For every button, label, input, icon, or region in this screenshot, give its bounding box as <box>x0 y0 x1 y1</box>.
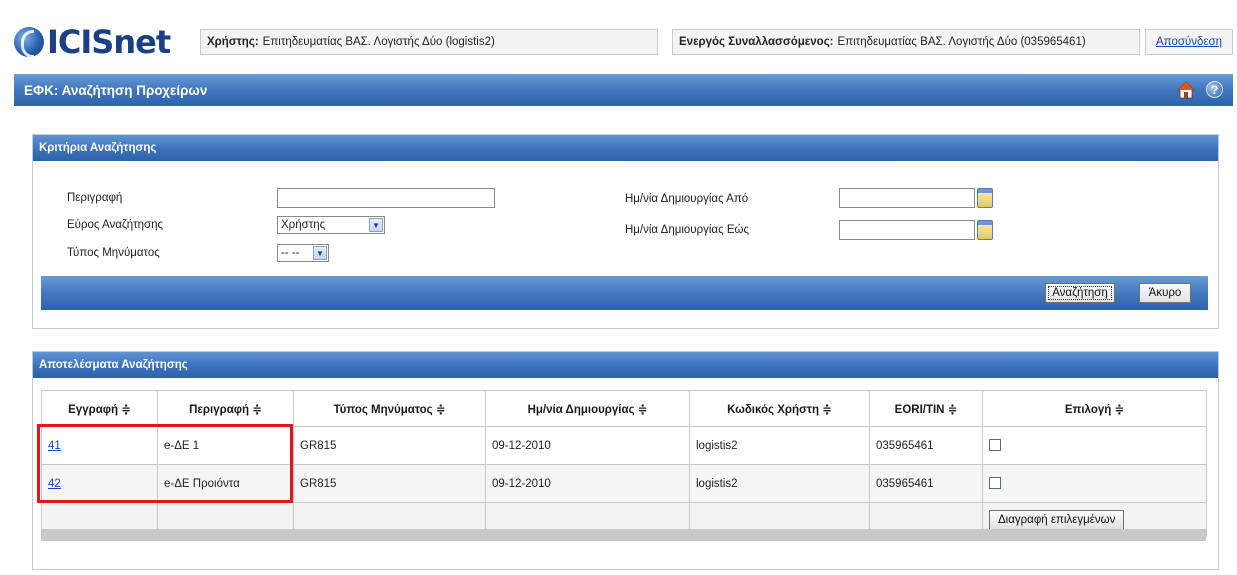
record-link[interactable]: 42 <box>48 478 61 490</box>
row-select-checkbox[interactable] <box>989 477 1001 490</box>
search-results-panel: Αποτελέσματα Αναζήτησης Εγγραφή ≑ Περιγρ… <box>32 351 1219 570</box>
calendar-icon[interactable] <box>977 220 993 240</box>
date-from-label: Ημ/νία Δημιουργίας Από <box>625 193 749 205</box>
message-type-value: -- -- <box>281 247 300 259</box>
cancel-button[interactable]: Άκυρο <box>1139 283 1191 303</box>
user-info: Χρήστης: Επιτηδευματίας ΒΑΣ. Λογιστής Δύ… <box>200 29 658 55</box>
message-type-cell: GR815 <box>293 426 486 465</box>
page-title-bar: ΕΦΚ: Αναζήτηση Προχείρων ? <box>14 74 1233 106</box>
column-header-eori[interactable]: EORI/TIN ≑ <box>869 390 983 427</box>
description-cell: e-ΔΕ Προιόντα <box>157 464 294 503</box>
logout-link[interactable]: Αποσύνδεση <box>1156 36 1222 48</box>
message-type-cell: GR815 <box>293 464 486 503</box>
column-header-description[interactable]: Περιγραφή ≑ <box>157 390 294 427</box>
column-header-record[interactable]: Εγγραφή ≑ <box>41 390 158 427</box>
results-panel-title: Αποτελέσματα Αναζήτησης <box>33 352 1218 378</box>
results-table-wrapper: Εγγραφή ≑ Περιγραφή ≑ Τύπος Μηνύματος ≑ … <box>41 390 1207 537</box>
chevron-down-icon: ▼ <box>369 218 383 232</box>
column-header-message-type[interactable]: Τύπος Μηνύματος ≑ <box>293 390 486 427</box>
table-row: 42 e-ΔΕ Προιόντα GR815 09-12-2010 logist… <box>41 464 1207 503</box>
table-row: 41 e-ΔΕ 1 GR815 09-12-2010 logistis2 035… <box>41 426 1207 465</box>
top-header: ICISnet Χρήστης: Επιτηδευματίας ΒΑΣ. Λογ… <box>0 0 1237 66</box>
message-type-select[interactable]: -- -- ▼ <box>277 244 329 262</box>
date-to-input[interactable] <box>839 220 975 240</box>
date-from-input[interactable] <box>839 188 975 208</box>
search-scope-value: Χρήστης <box>281 219 326 231</box>
message-type-label: Τύπος Μηνύματος <box>67 247 160 259</box>
calendar-icon[interactable] <box>977 188 993 208</box>
eori-cell: 035965461 <box>869 464 983 503</box>
table-header-row: Εγγραφή ≑ Περιγραφή ≑ Τύπος Μηνύματος ≑ … <box>41 390 1207 427</box>
logo-text: ICISnet <box>47 23 171 61</box>
search-button[interactable]: Αναζήτηση <box>1045 283 1115 303</box>
table-scroll-footer <box>41 529 1206 541</box>
date-to-label: Ημ/νία Δημιουργίας Εώς <box>625 224 750 236</box>
column-header-user-code[interactable]: Κωδικός Χρήστη ≑ <box>689 390 870 427</box>
description-input[interactable] <box>277 188 495 208</box>
trader-label: Ενεργός Συναλλασσόμενος: <box>679 36 834 48</box>
select-cell <box>982 426 1207 465</box>
chevron-down-icon: ▼ <box>313 246 327 260</box>
user-code-cell: logistis2 <box>689 426 870 465</box>
globe-logo-icon <box>14 27 44 58</box>
active-trader-info: Ενεργός Συναλλασσόμενος: Επιτηδευματίας … <box>672 29 1140 55</box>
record-cell: 42 <box>41 464 158 503</box>
description-cell: e-ΔΕ 1 <box>157 426 294 465</box>
created-date-cell: 09-12-2010 <box>485 464 690 503</box>
criteria-action-bar: Αναζήτηση Άκυρο <box>41 276 1208 310</box>
record-link[interactable]: 41 <box>48 440 61 452</box>
page-title: ΕΦΚ: Αναζήτηση Προχείρων <box>24 82 208 98</box>
criteria-panel-title: Κριτήρια Αναζήτησης <box>33 135 1218 161</box>
column-header-created-date[interactable]: Ημ/νία Δημιουργίας ≑ <box>485 390 690 427</box>
logout-container: Αποσύνδεση <box>1145 29 1233 55</box>
user-value: Επιτηδευματίας ΒΑΣ. Λογιστής Δύο (logist… <box>262 36 495 48</box>
search-criteria-panel: Κριτήρια Αναζήτησης Περιγραφή Εύρος Αναζ… <box>32 134 1219 329</box>
user-code-cell: logistis2 <box>689 464 870 503</box>
record-cell: 41 <box>41 426 158 465</box>
home-icon[interactable] <box>1177 81 1195 99</box>
help-icon[interactable]: ? <box>1206 81 1223 98</box>
column-header-select[interactable]: Επιλογή ≑ <box>982 390 1207 427</box>
description-label: Περιγραφή <box>67 192 123 204</box>
user-label: Χρήστης: <box>207 36 259 48</box>
trader-value: Επιτηδευματίας ΒΑΣ. Λογιστής Δύο (035965… <box>837 36 1086 48</box>
eori-cell: 035965461 <box>869 426 983 465</box>
delete-selected-button[interactable]: Διαγραφή επιλεγμένων <box>989 509 1125 530</box>
search-scope-label: Εύρος Αναζήτησης <box>67 219 164 231</box>
select-cell <box>982 464 1207 503</box>
search-scope-select[interactable]: Χρήστης ▼ <box>277 216 385 234</box>
row-select-checkbox[interactable] <box>989 439 1001 452</box>
results-table: Εγγραφή ≑ Περιγραφή ≑ Τύπος Μηνύματος ≑ … <box>41 390 1207 537</box>
icisnet-logo: ICISnet <box>14 22 171 62</box>
created-date-cell: 09-12-2010 <box>485 426 690 465</box>
